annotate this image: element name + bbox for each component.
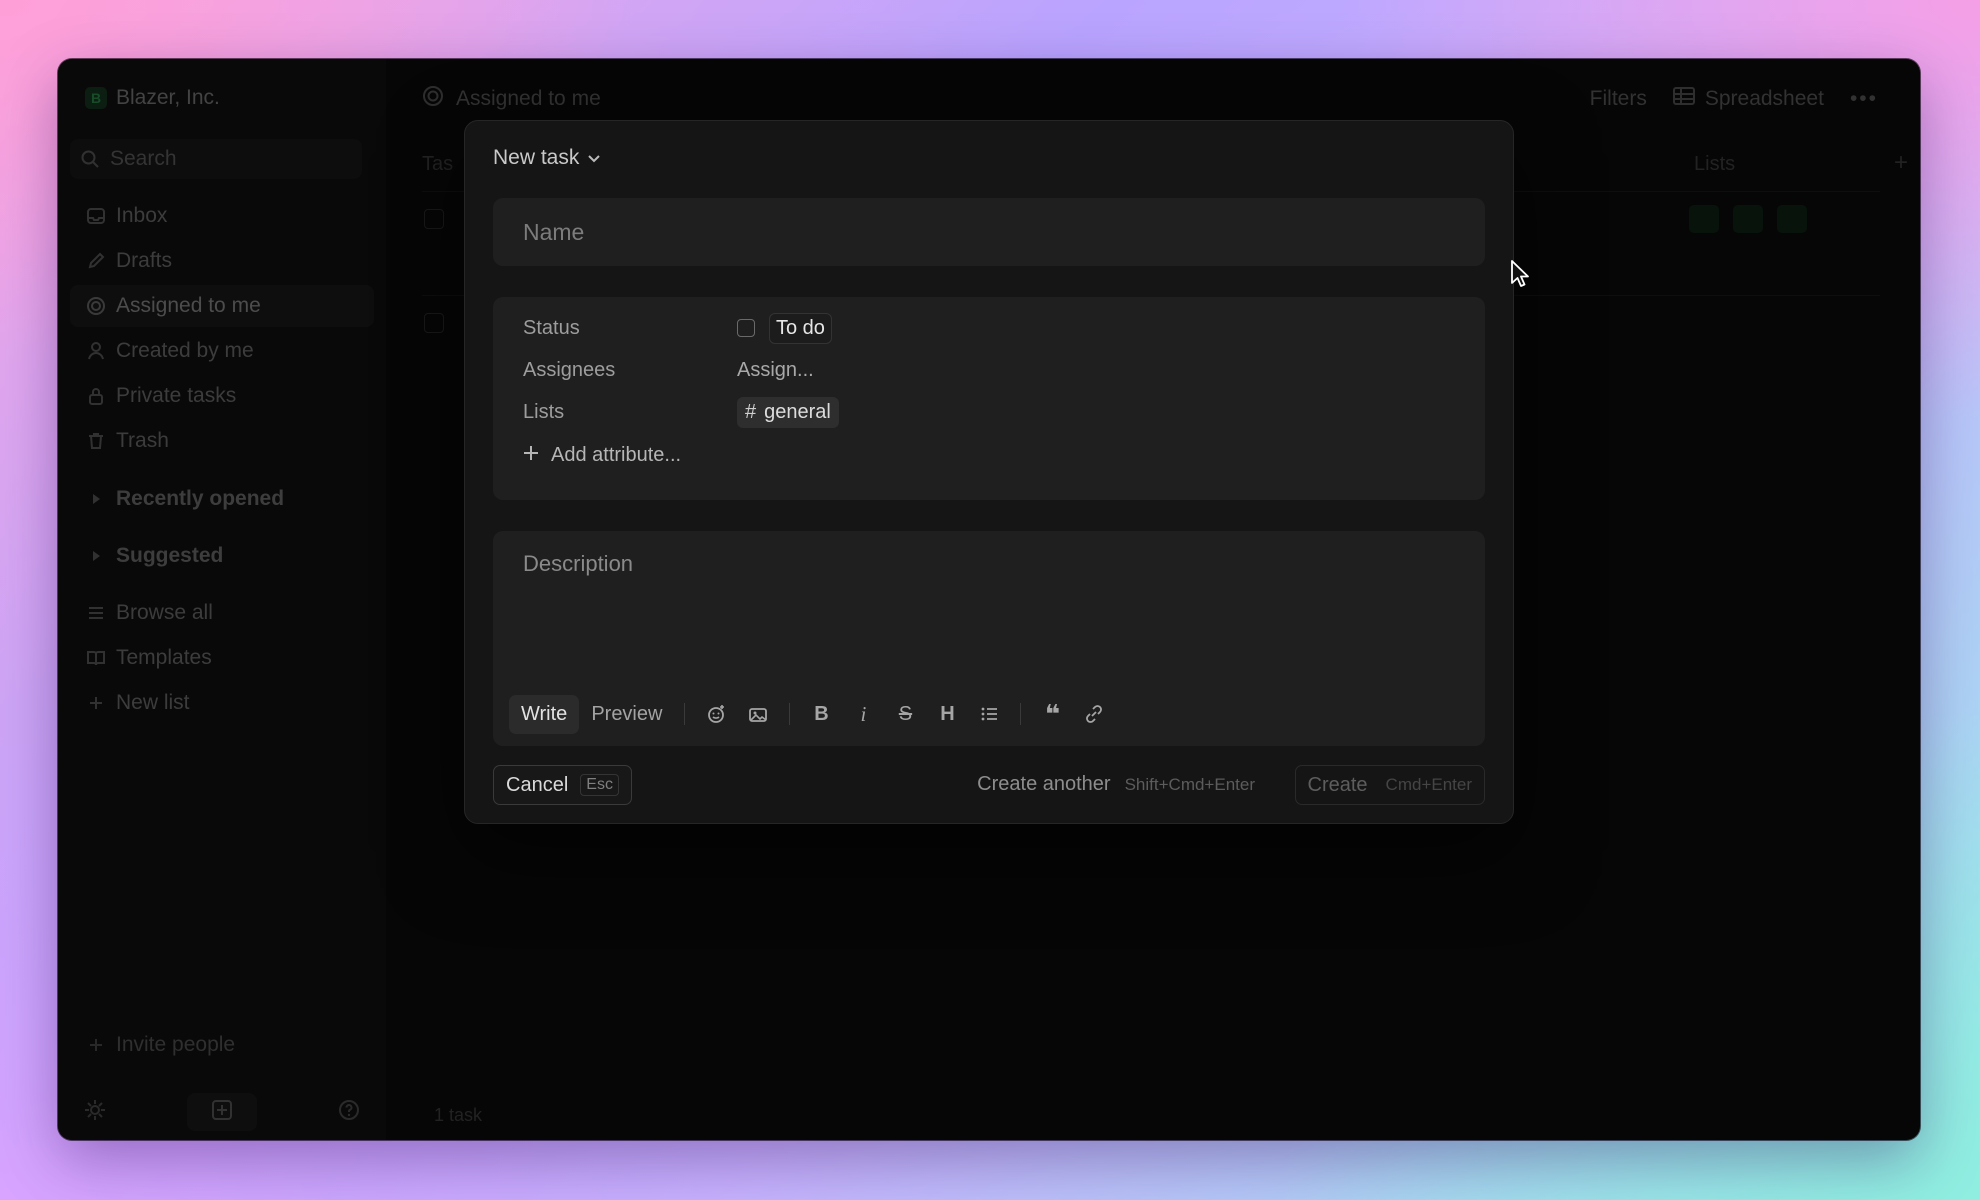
plus-icon (523, 444, 539, 467)
cancel-button[interactable]: Cancel Esc (493, 765, 632, 805)
cancel-label: Cancel (506, 773, 569, 796)
status-value[interactable]: To do (769, 312, 832, 344)
cancel-shortcut: Esc (580, 774, 619, 796)
mouse-cursor-icon (1511, 260, 1529, 287)
italic-icon[interactable]: i (842, 696, 884, 732)
toolbar-divider (684, 703, 686, 725)
name-placeholder: Name (523, 218, 585, 245)
quote-icon[interactable]: ❝ (1031, 696, 1073, 732)
assignees-label: Assignees (523, 358, 616, 381)
task-name-input[interactable]: Name (493, 198, 1485, 266)
list-tag[interactable]: # general (737, 396, 839, 428)
status-label: Status (523, 316, 580, 339)
heading-icon[interactable]: H (926, 696, 968, 732)
create-another-label: Create another (977, 773, 1111, 795)
strikethrough-icon[interactable]: S (884, 696, 926, 732)
toolbar-divider (1020, 703, 1022, 725)
attributes-panel: Status To do Assignees Assign... Lists #… (493, 297, 1485, 500)
chevron-down-icon (587, 146, 601, 170)
lists-label: Lists (523, 400, 565, 423)
list-tag-label: general (764, 400, 831, 423)
create-button[interactable]: Create Cmd+Enter (1294, 765, 1485, 805)
emoji-icon[interactable] (695, 696, 737, 732)
toolbar-divider (789, 703, 791, 725)
create-label: Create (1307, 773, 1368, 796)
lists-row: Lists # general (523, 396, 839, 428)
link-icon[interactable] (1073, 696, 1115, 732)
description-placeholder: Description (523, 551, 634, 576)
new-task-modal: New task Name Status To do Assignees Ass… (464, 120, 1514, 824)
image-icon[interactable] (737, 696, 779, 732)
create-shortcut: Cmd+Enter (1385, 775, 1472, 794)
status-checkbox[interactable] (737, 319, 755, 337)
status-row: Status To do (523, 312, 832, 344)
task-type-dropdown[interactable]: New task (493, 146, 601, 170)
create-another-shortcut: Shift+Cmd+Enter (1124, 774, 1255, 794)
bullet-list-icon[interactable] (968, 696, 1010, 732)
modal-title-text: New task (493, 146, 580, 169)
hash-icon: # (745, 400, 757, 423)
bold-icon[interactable]: B (800, 696, 842, 732)
tab-preview[interactable]: Preview (579, 695, 674, 734)
modal-footer: Cancel Esc Create another Shift+Cmd+Ente… (493, 765, 1485, 805)
editor-toolbar: Write Preview B i S H ❝ (509, 694, 1115, 734)
assignees-row: Assignees Assign... (523, 354, 814, 386)
tab-write[interactable]: Write (509, 694, 580, 734)
description-editor[interactable]: Description Write Preview B i S H ❝ (493, 531, 1485, 746)
add-attribute-label: Add attribute... (551, 444, 682, 466)
add-attribute-button[interactable]: Add attribute... (523, 444, 681, 467)
assignees-picker[interactable]: Assign... (737, 359, 814, 382)
create-another-button[interactable]: Create another Shift+Cmd+Enter (977, 773, 1255, 796)
